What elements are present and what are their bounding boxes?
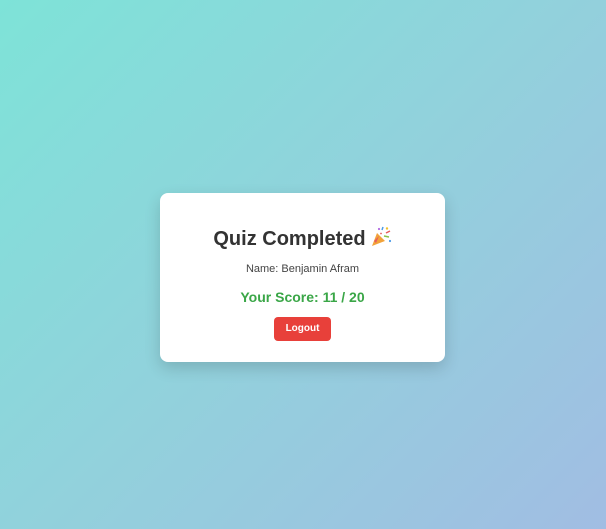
user-name: Name: Benjamin Afram: [245, 263, 360, 275]
logout-button[interactable]: Logout: [274, 317, 331, 341]
party-popper-icon: [370, 226, 392, 248]
result-card: Quiz Completed Name: Benjamin Afram Your…: [160, 193, 445, 362]
page-title: Quiz Completed: [213, 228, 366, 250]
score-text: Your Score: 11 / 20: [240, 289, 365, 305]
result-heading: Quiz Completed: [160, 226, 445, 251]
